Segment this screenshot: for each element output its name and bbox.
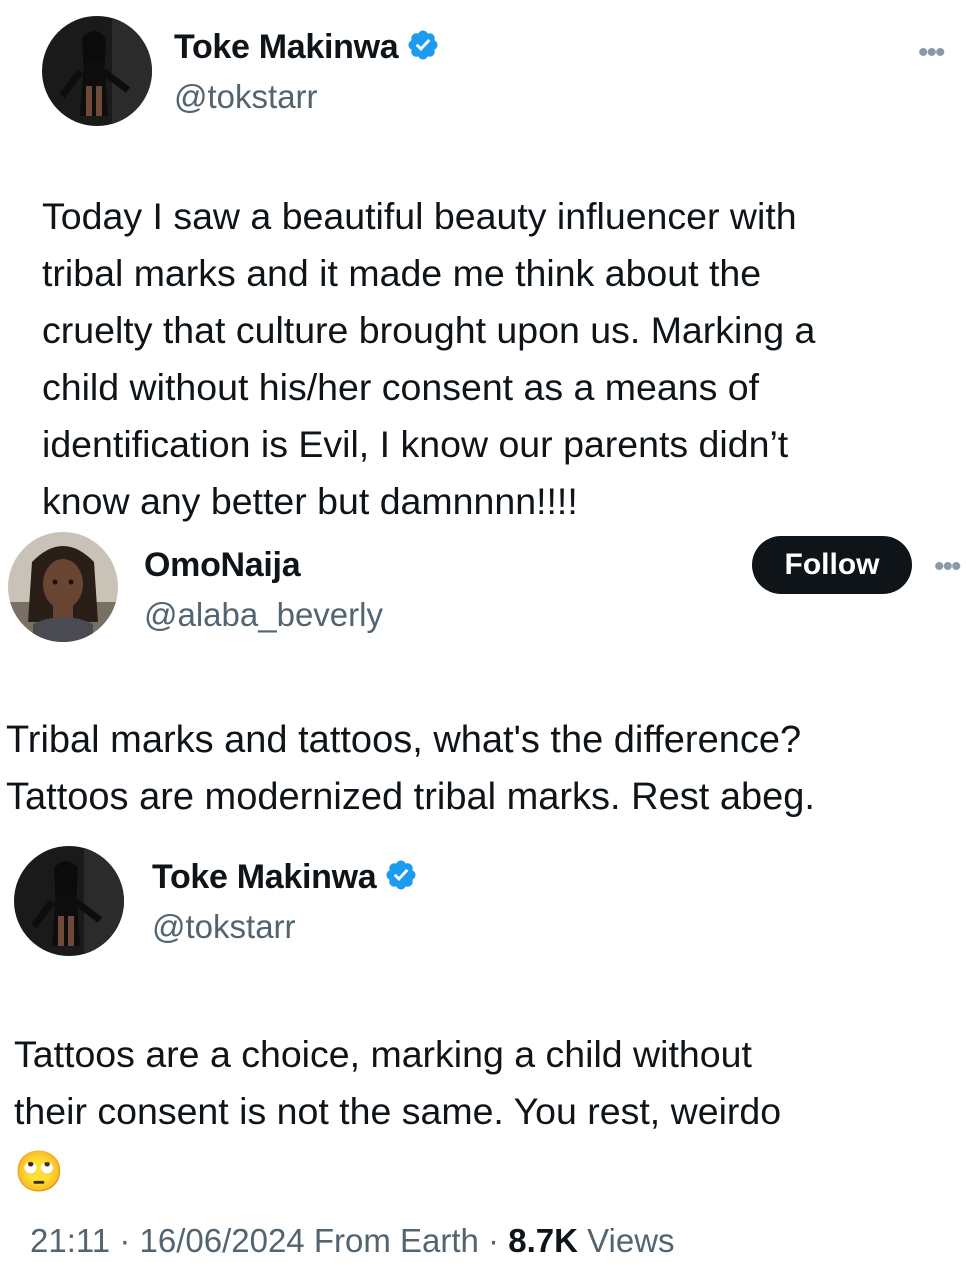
tweet-source: From Earth <box>313 1222 479 1259</box>
tweet-text: Today I saw a beautiful beauty influence… <box>42 195 816 522</box>
author-handle[interactable]: @alaba_beverly <box>144 596 383 634</box>
author-name[interactable]: OmoNaija <box>144 546 301 585</box>
author-handle[interactable]: @tokstarr <box>174 78 318 116</box>
author-handle[interactable]: @tokstarr <box>152 908 296 946</box>
author-name[interactable]: Toke Makinwa <box>152 858 418 901</box>
eye-roll-emoji: 🙄 <box>14 1150 64 1194</box>
tweet-meta: 21:11 · 16/06/2024 From Earth · 8.7K Vie… <box>30 1222 675 1259</box>
avatar-toke-makinwa[interactable] <box>42 16 152 126</box>
avatar-toke-makinwa[interactable] <box>14 846 124 956</box>
avatar-omonaija[interactable] <box>8 532 118 642</box>
views-count[interactable]: 8.7K <box>508 1222 578 1259</box>
verified-badge-icon <box>384 858 418 901</box>
more-options-icon[interactable]: ••• <box>918 38 945 68</box>
tweet-date[interactable]: 16/06/2024 <box>139 1222 304 1259</box>
tweet-text: Tribal marks and tattoos, what's the dif… <box>6 719 815 818</box>
verified-badge-icon <box>406 28 440 71</box>
follow-button[interactable]: Follow <box>752 536 912 594</box>
tweet-text: Tattoos are a choice, marking a child wi… <box>14 1033 782 1132</box>
author-name[interactable]: Toke Makinwa <box>174 28 440 71</box>
views-label: Views <box>587 1222 675 1259</box>
more-options-icon[interactable]: ••• <box>934 552 961 582</box>
tweet-time[interactable]: 21:11 <box>30 1222 110 1259</box>
